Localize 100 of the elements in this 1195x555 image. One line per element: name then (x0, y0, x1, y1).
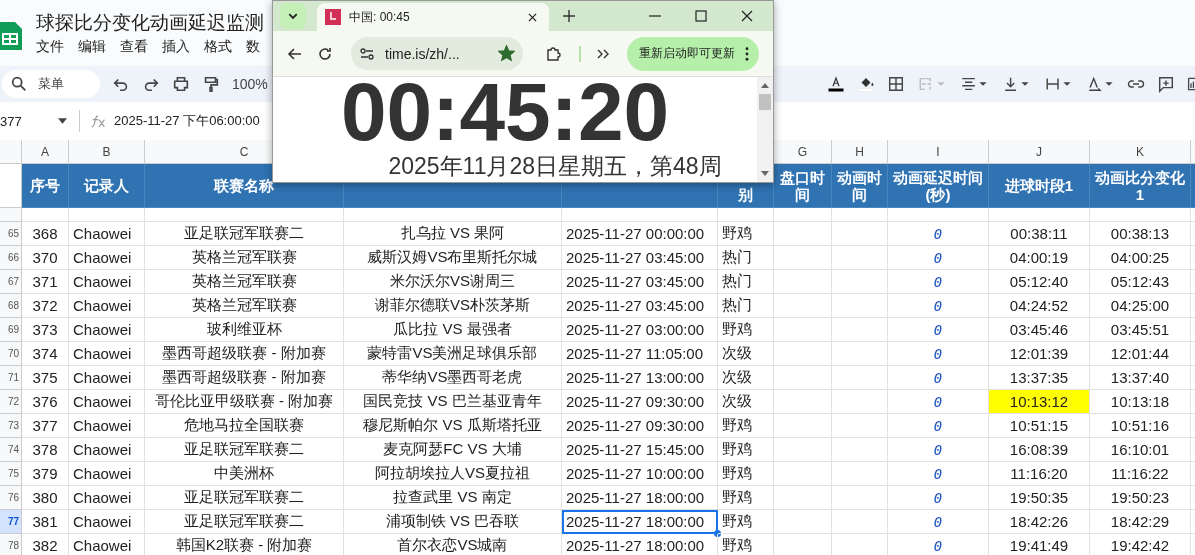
column-header: 动画比分变化1 (1090, 164, 1191, 208)
row-number[interactable]: 70 (0, 342, 22, 366)
column-header: 进球时段1 (989, 164, 1090, 208)
column-letter[interactable]: C (239, 144, 249, 159)
merge-cells-icon[interactable] (917, 75, 947, 93)
row-number[interactable]: 69 (0, 318, 22, 342)
table-cell: 382 (22, 534, 69, 555)
zoom-select[interactable]: 100% (232, 76, 268, 92)
table-cell: 04:24:52 (989, 294, 1090, 318)
row-number[interactable]: 65 (0, 222, 22, 246)
table-cell: 371 (22, 270, 69, 294)
comment-icon[interactable] (1157, 75, 1175, 93)
delay-cell: 0 (888, 294, 989, 318)
browser-tab[interactable]: 中国: 00:45 (317, 3, 549, 31)
paint-format-icon[interactable] (202, 75, 220, 93)
bookmark-star-icon[interactable] (498, 45, 515, 62)
document-title[interactable]: 球探比分变化动画延迟监测 (36, 10, 264, 36)
column-letter[interactable]: B (102, 144, 111, 159)
table-cell: 10:13:12 (989, 390, 1090, 414)
column-letter[interactable]: A (41, 144, 49, 159)
menu-item[interactable]: 格式 (204, 38, 232, 56)
table-cell: 00:38:13 (1090, 222, 1191, 246)
column-header: 动画延迟时间(秒) (888, 164, 989, 208)
site-settings-icon[interactable] (359, 45, 375, 62)
table-cell: 亚足联冠军联赛二 (145, 486, 344, 510)
update-button[interactable]: 重新启动即可更新 (627, 36, 759, 71)
table-cell: 377 (22, 414, 69, 438)
clock-time: 00:45:20 (340, 77, 670, 149)
row-number[interactable]: 71 (0, 366, 22, 390)
formula-field[interactable]: 2025-11-27 下午06:00:00 (114, 112, 260, 130)
table-cell: 2025-11-27 13:00:00 (562, 366, 718, 390)
scrollbar[interactable] (757, 77, 773, 182)
row-number[interactable]: 66 (0, 246, 22, 270)
row-number[interactable]: 75 (0, 462, 22, 486)
column-header: 序号 (22, 164, 69, 208)
borders-icon[interactable] (887, 75, 905, 93)
new-tab-icon[interactable] (563, 10, 575, 22)
print-icon[interactable] (172, 75, 190, 93)
more-icon[interactable] (745, 46, 749, 61)
table-cell (832, 510, 888, 534)
row-number[interactable]: 76 (0, 486, 22, 510)
table-cell (774, 414, 832, 438)
table-cell: 英格兰冠军联赛 (145, 294, 344, 318)
close-tab-icon[interactable] (528, 12, 537, 22)
table-cell: 2025-11-27 03:45:00 (562, 270, 718, 294)
scroll-thumb[interactable] (759, 94, 771, 110)
table-cell: 威斯汉姆VS布里斯托尔城 (344, 246, 562, 270)
row-number[interactable]: 72 (0, 390, 22, 414)
table-cell: 374 (22, 342, 69, 366)
column-letter[interactable]: H (855, 144, 864, 159)
column-letter[interactable]: J (1036, 144, 1042, 159)
column-letter[interactable]: G (797, 144, 808, 159)
table-cell: Chaowei (69, 438, 145, 462)
table-cell: 10:51:15 (989, 414, 1090, 438)
table-cell: 穆尼斯帕尔 VS 瓜斯塔托亚 (344, 414, 562, 438)
close-icon[interactable] (741, 10, 753, 22)
table-cell (832, 208, 888, 222)
row-number[interactable]: 68 (0, 294, 22, 318)
address-bar[interactable]: time.is/zh/... (351, 37, 523, 70)
table-cell: 麦克阿瑟FC VS 大埔 (344, 438, 562, 462)
row-number[interactable]: 73 (0, 414, 22, 438)
text-color-icon[interactable] (827, 75, 845, 93)
table-cell: 2025-11-27 09:30:00 (562, 390, 718, 414)
table-cell (774, 294, 832, 318)
table-cell: 墨西哥超级联赛 - 附加赛 (145, 366, 344, 390)
column-letter[interactable]: K (1136, 144, 1144, 159)
back-icon[interactable] (287, 45, 303, 62)
tab-search-button[interactable] (279, 3, 307, 29)
delay-cell: 0 (888, 438, 989, 462)
column-letter[interactable]: I (936, 144, 940, 159)
fill-color-icon[interactable] (857, 75, 875, 93)
table-cell: 375 (22, 366, 69, 390)
chart-icon[interactable] (1187, 75, 1195, 93)
scroll-down-icon[interactable] (761, 171, 769, 176)
table-cell (774, 318, 832, 342)
extensions-icon[interactable] (545, 45, 561, 62)
scroll-up-icon[interactable] (761, 83, 769, 88)
dropdown-caret-icon[interactable] (58, 118, 67, 124)
fill-handle[interactable] (714, 530, 721, 537)
row-number[interactable]: 77 (0, 510, 22, 534)
maximize-icon[interactable] (695, 10, 707, 22)
table-cell: 野鸡 (718, 534, 774, 555)
table-cell (774, 510, 832, 534)
row-number[interactable]: 67 (0, 270, 22, 294)
menu-item[interactable]: 编辑 (78, 38, 106, 56)
table-cell (832, 246, 888, 270)
menu-search-field[interactable]: 菜单 (2, 70, 100, 98)
name-box[interactable]: 377 (0, 113, 58, 129)
menu-item[interactable]: 插入 (162, 38, 190, 56)
table-cell: 次级 (718, 390, 774, 414)
menu-item[interactable]: 数 (246, 38, 260, 56)
align-icon[interactable] (959, 75, 989, 93)
row-number[interactable]: 78 (0, 534, 22, 555)
row-number[interactable]: 74 (0, 438, 22, 462)
table-cell (832, 318, 888, 342)
table-cell: 03:45:46 (989, 318, 1090, 342)
menu-item[interactable]: 查看 (120, 38, 148, 56)
table-cell: 英格兰冠军联赛 (145, 246, 344, 270)
menu-item[interactable]: 文件 (36, 38, 64, 56)
reload-icon[interactable] (317, 45, 333, 62)
